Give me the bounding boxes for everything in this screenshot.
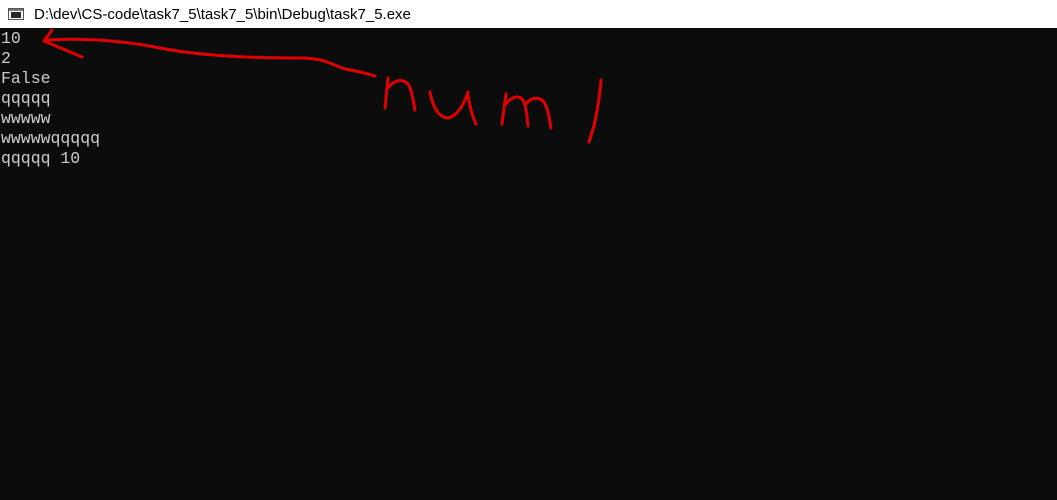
window-title: D:\dev\CS-code\task7_5\task7_5\bin\Debug… [34, 5, 411, 23]
console-line: 10 [1, 29, 21, 48]
console-output[interactable]: 10 2 False qqqqq wwwww wwwwwqqqqq qqqqq … [0, 29, 1057, 500]
console-line: 2 [1, 49, 11, 68]
console-line: qqqqq [1, 89, 51, 108]
title-bar[interactable]: D:\dev\CS-code\task7_5\task7_5\bin\Debug… [0, 0, 1057, 28]
console-app-icon [8, 8, 24, 20]
console-line: wwwww [1, 109, 51, 128]
console-line: wwwwwqqqqq [1, 129, 101, 148]
console-window: D:\dev\CS-code\task7_5\task7_5\bin\Debug… [0, 0, 1057, 500]
console-line: False [1, 69, 51, 88]
console-line: qqqqq 10 [1, 149, 81, 168]
